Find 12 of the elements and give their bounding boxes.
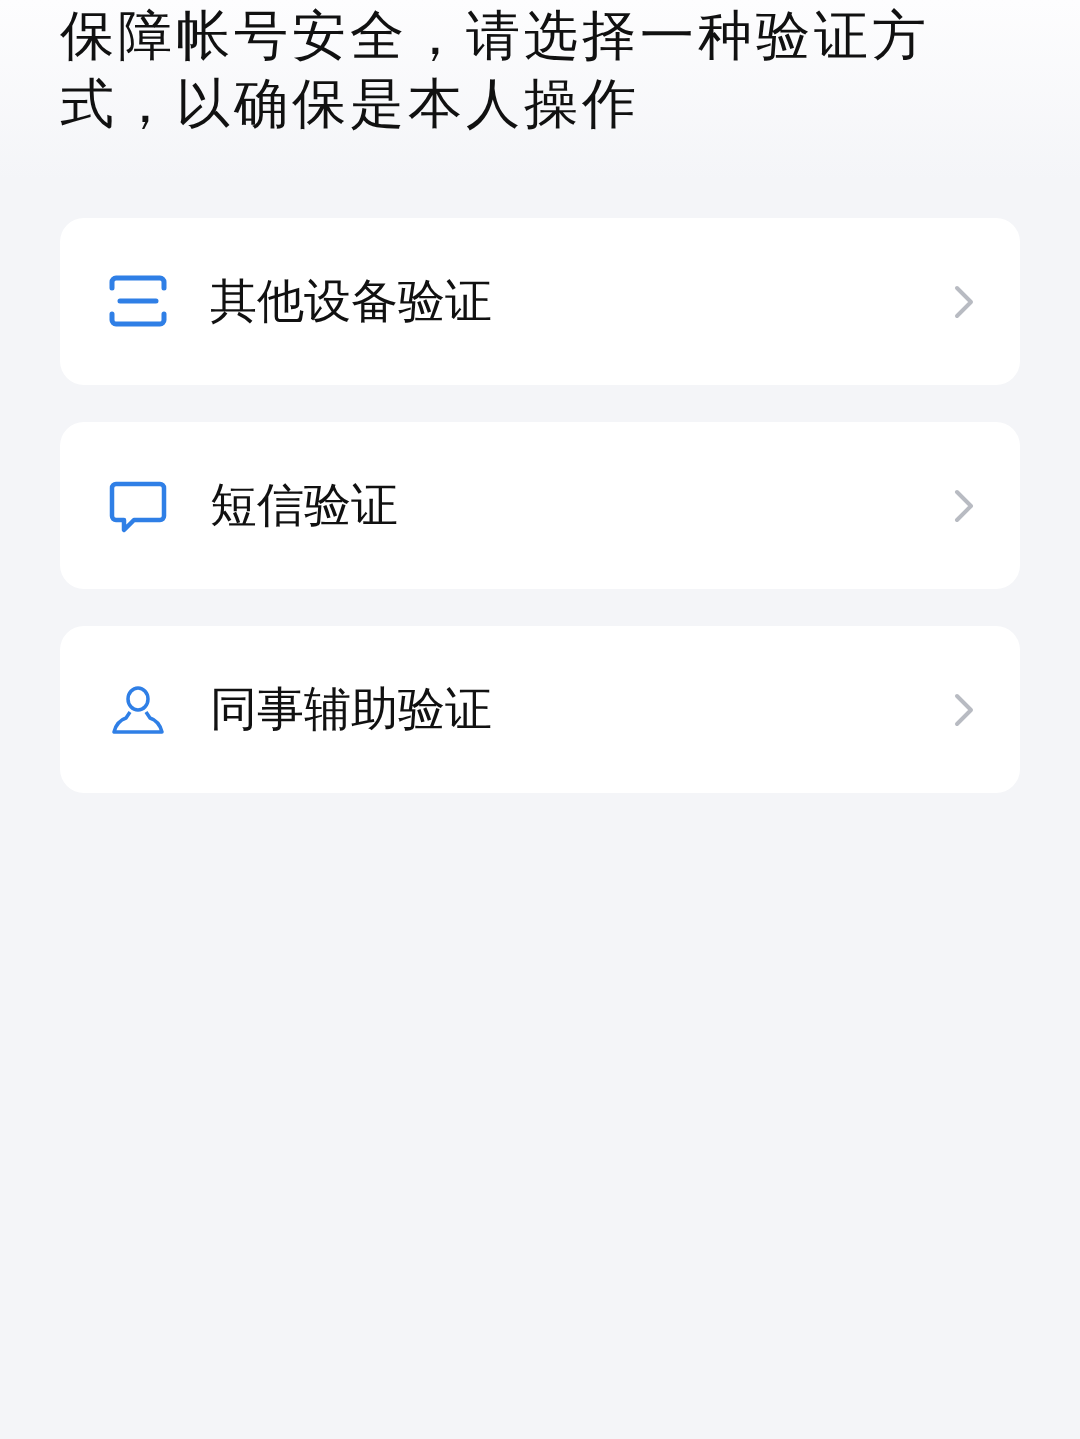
chevron-right-icon [954, 488, 974, 523]
option-label: 短信验证 [210, 476, 399, 534]
option-label: 其他设备验证 [210, 272, 493, 330]
scan-icon [108, 273, 168, 330]
instruction-text: 式，以确保是本人操作 [60, 71, 641, 137]
option-label: 同事辅助验证 [210, 680, 493, 738]
verification-option[interactable]: 短信验证 [60, 422, 1020, 589]
verification-option[interactable]: 同事辅助验证 [60, 626, 1020, 793]
chevron-right-icon [954, 692, 974, 727]
instruction-text: 保障帐号安全，请选择一种验证方 [60, 3, 931, 69]
verification-option[interactable]: 其他设备验证 [60, 218, 1020, 385]
chevron-right-icon [954, 284, 974, 319]
